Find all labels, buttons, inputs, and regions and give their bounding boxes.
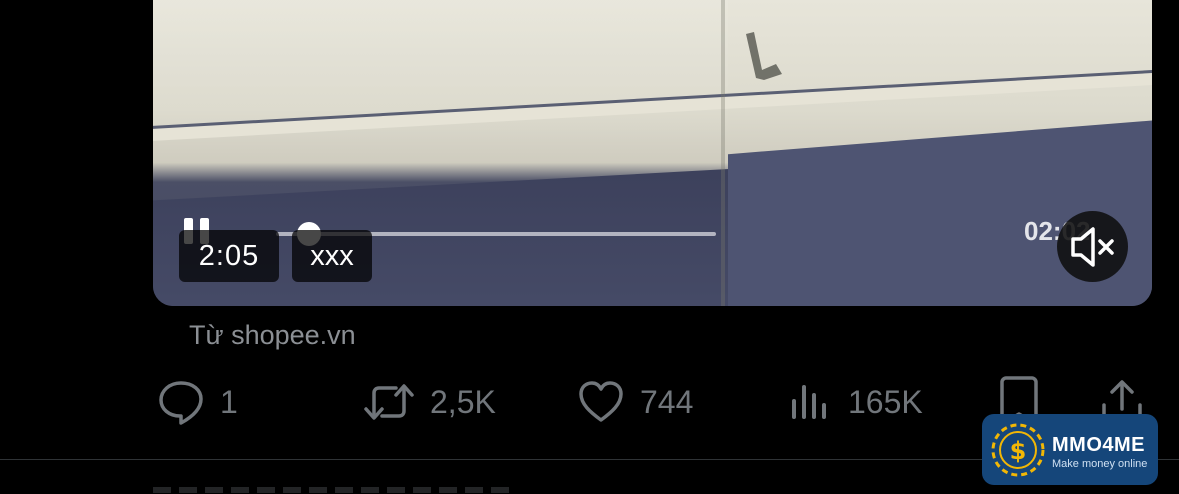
video-frame-mark xyxy=(746,32,782,80)
like-button[interactable]: 744 xyxy=(576,374,693,430)
video-frame-seam xyxy=(721,0,725,306)
next-post-preview xyxy=(153,487,513,493)
reply-button[interactable]: 1 xyxy=(156,374,238,430)
watermark-tagline: Make money online xyxy=(1052,458,1148,470)
svg-text:$: $ xyxy=(1010,437,1027,465)
dollar-coin-icon: $ xyxy=(991,423,1045,477)
views-chart-icon xyxy=(792,385,826,419)
reply-count: 1 xyxy=(220,383,238,420)
repost-count: 2,5K xyxy=(430,383,496,420)
like-count: 744 xyxy=(640,383,694,420)
mute-button[interactable] xyxy=(1057,211,1128,282)
speaker-muted-icon xyxy=(1071,227,1114,267)
views-count: 165K xyxy=(848,383,923,420)
repost-button[interactable]: 2,5K xyxy=(362,374,496,430)
elapsed-time-label: 2:05 xyxy=(179,230,279,282)
video-tag-label: xxx xyxy=(292,230,372,282)
heart-icon xyxy=(579,381,623,422)
source-link[interactable]: Từ shopee.vn xyxy=(189,320,356,351)
views-button[interactable]: 165K xyxy=(788,374,923,430)
repost-icon xyxy=(364,384,414,420)
reply-icon xyxy=(159,381,203,425)
watermark-brand: MMO4ME xyxy=(1052,434,1145,456)
mmo4me-watermark: $ MMO4ME Make money online xyxy=(982,414,1158,485)
